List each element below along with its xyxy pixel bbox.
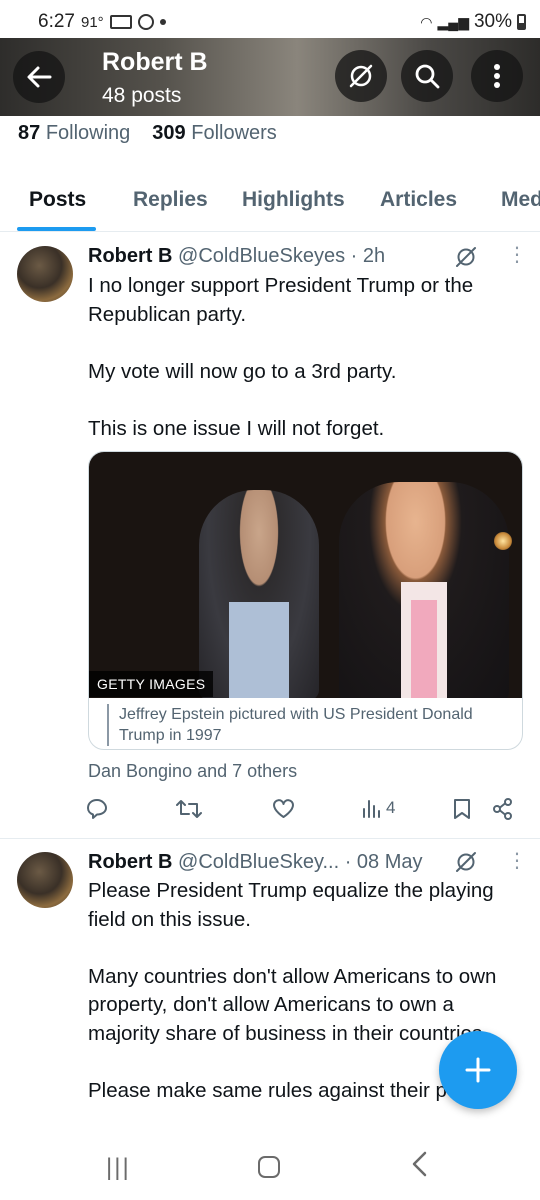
like-heart-icon[interactable]	[272, 798, 295, 819]
home-icon[interactable]	[258, 1156, 280, 1178]
avatar[interactable]	[17, 852, 73, 908]
search-icon[interactable]	[401, 50, 453, 102]
avatar[interactable]	[17, 246, 73, 302]
status-time: 6:27	[38, 11, 75, 32]
following-link[interactable]: 87 Following	[18, 122, 130, 145]
battery-icon	[517, 14, 526, 30]
post-divider	[0, 838, 540, 839]
post-time: · 08 May	[344, 851, 423, 873]
media-source-badge: GETTY IMAGES	[89, 671, 214, 697]
pinterest-notification-icon	[137, 14, 154, 30]
post-time: · 2h	[350, 245, 386, 267]
reply-icon[interactable]	[86, 798, 108, 820]
battery-percent: 30%	[473, 11, 512, 32]
signal-icon: ▂▄▆	[437, 13, 469, 30]
author-handle[interactable]: @ColdBlueSkeyes	[178, 245, 345, 267]
social-context[interactable]: Dan Bongino and 7 others	[88, 761, 297, 782]
author-name[interactable]: Robert B	[88, 851, 172, 873]
tab-highlights[interactable]: Highlights	[242, 188, 345, 212]
post-text: I no longer support President Trump or t…	[88, 274, 474, 440]
post-header: Robert B @ColdBlueSkey... · 08 May	[88, 851, 423, 874]
views-icon[interactable]: 4	[362, 798, 395, 818]
more-notifications-icon	[159, 19, 166, 25]
wifi-icon: ◠	[420, 13, 433, 30]
repost-icon[interactable]	[176, 798, 202, 820]
system-nav-bar: |||	[0, 1138, 540, 1200]
post-header: Robert B @ColdBlueSkeyes · 2h	[88, 245, 385, 268]
tab-replies[interactable]: Replies	[133, 188, 208, 212]
gallery-notification-icon	[109, 15, 132, 29]
status-bar: 6:27 91° ◠ ▂▄▆ 30%	[0, 0, 540, 40]
author-name[interactable]: Robert B	[88, 245, 172, 267]
tab-articles[interactable]: Articles	[380, 188, 457, 212]
grok-icon[interactable]	[453, 849, 479, 875]
post-actions: 4	[0, 798, 540, 830]
post-media-card[interactable]: GETTY IMAGES Jeffrey Epstein pictured wi…	[88, 451, 523, 750]
media-caption: Jeffrey Epstein pictured with US Preside…	[107, 704, 507, 746]
tab-media[interactable]: Media	[501, 188, 540, 212]
post-more-icon[interactable]: ⋮	[507, 848, 527, 873]
posts-count: 48 posts	[102, 84, 182, 107]
profile-name: Robert B	[102, 48, 208, 76]
grok-icon[interactable]	[453, 244, 479, 270]
follow-stats: 87 Following 309 Followers	[18, 122, 277, 145]
post-photo[interactable]: GETTY IMAGES	[89, 452, 522, 698]
back-arrow-icon[interactable]	[13, 51, 65, 103]
active-tab-indicator	[17, 227, 96, 231]
grok-icon[interactable]	[335, 50, 387, 102]
share-icon[interactable]	[492, 798, 514, 820]
author-handle[interactable]: @ColdBlueSkey...	[178, 851, 339, 873]
compose-post-button[interactable]	[439, 1031, 517, 1109]
followers-link[interactable]: 309 Followers	[152, 122, 277, 145]
profile-header: Robert B 48 posts	[0, 38, 540, 116]
back-chevron-icon[interactable]	[410, 1150, 430, 1185]
recent-apps-icon[interactable]: |||	[106, 1154, 131, 1182]
tab-posts[interactable]: Posts	[29, 188, 86, 212]
post-more-icon[interactable]: ⋮	[507, 242, 527, 267]
views-count: 4	[386, 798, 396, 817]
status-temperature: 91°	[80, 13, 104, 31]
profile-tabs: Posts Replies Highlights Articles Media	[0, 168, 540, 232]
bookmark-icon[interactable]	[453, 798, 471, 820]
more-options-icon[interactable]	[471, 50, 523, 102]
